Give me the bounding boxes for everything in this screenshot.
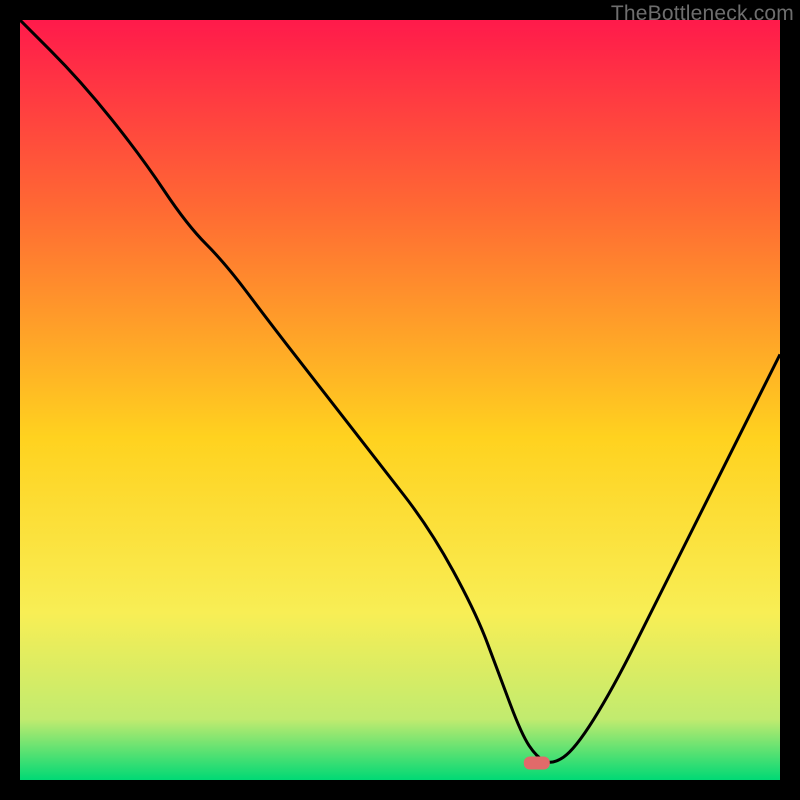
- chart-frame: TheBottleneck.com: [0, 0, 800, 800]
- gradient-background: [20, 20, 780, 780]
- bottleneck-chart: [20, 20, 780, 780]
- optimal-marker: [524, 757, 550, 770]
